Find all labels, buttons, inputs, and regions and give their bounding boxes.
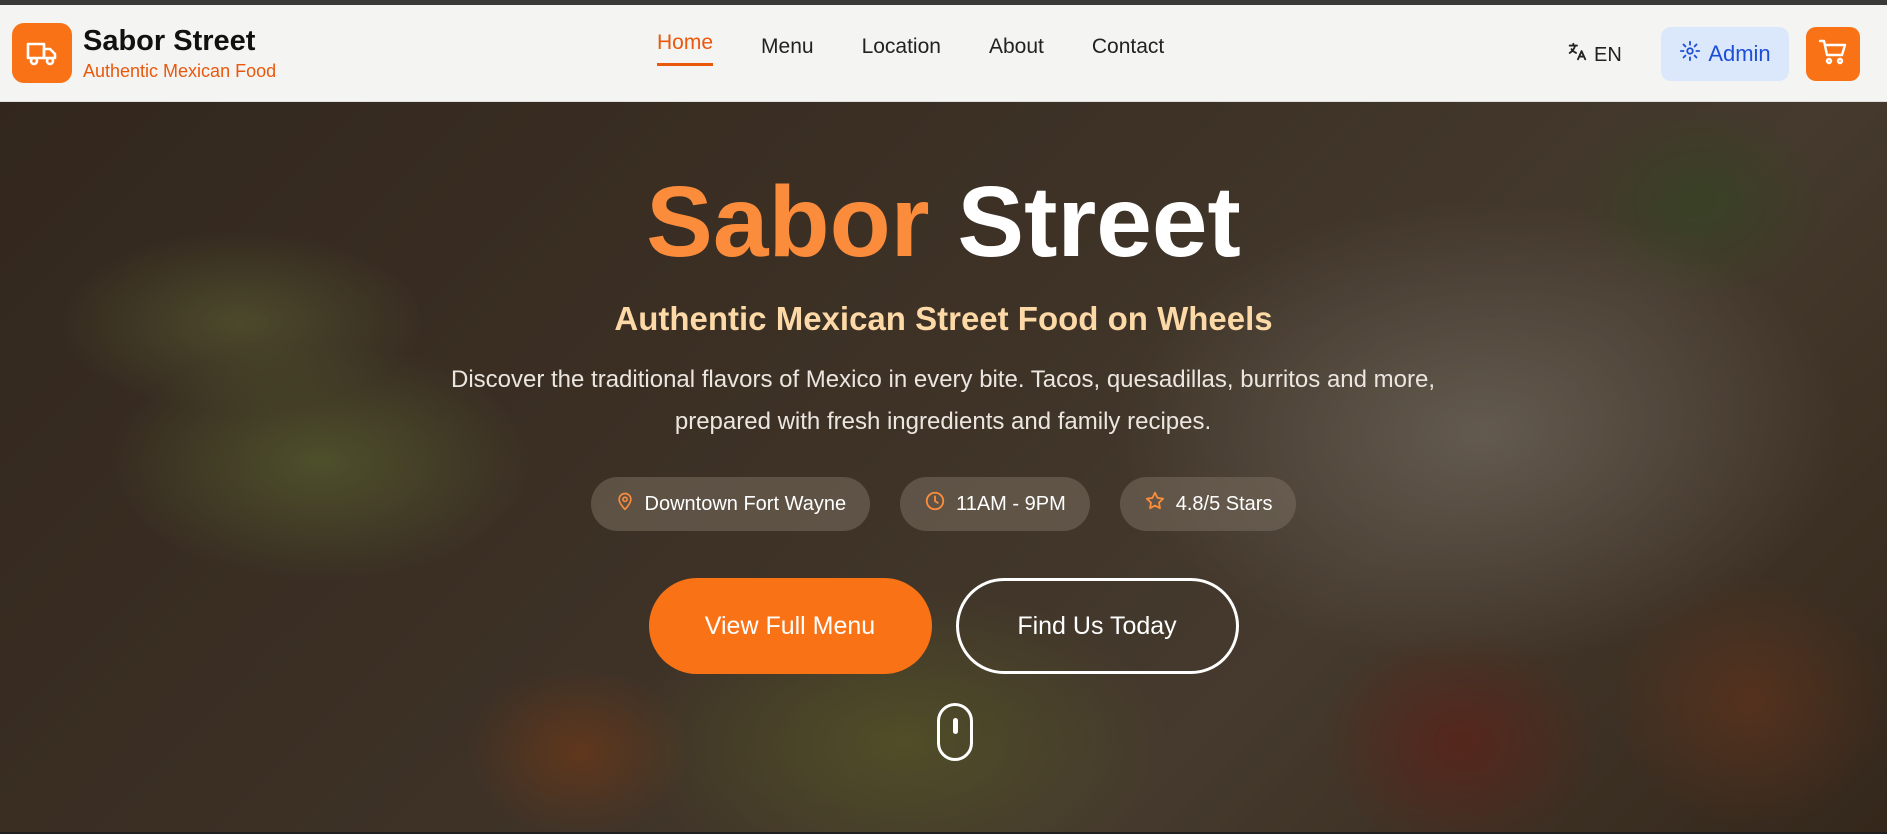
admin-button[interactable]: Admin <box>1661 27 1789 81</box>
map-pin-icon <box>615 490 645 518</box>
nav-item-menu[interactable]: Menu <box>761 35 814 67</box>
truck-icon <box>12 23 72 83</box>
nav-item-location[interactable]: Location <box>862 35 941 67</box>
nav-item-contact[interactable]: Contact <box>1092 35 1164 67</box>
language-switcher[interactable]: EN <box>1566 41 1622 69</box>
hero-subtitle: Authentic Mexican Street Food on Wheels <box>614 300 1273 337</box>
find-us-today-button[interactable]: Find Us Today <box>955 578 1239 674</box>
hero-section: Sabor Street Authentic Mexican Street Fo… <box>0 102 1887 832</box>
rating-chip-label: 4.8/5 Stars <box>1175 492 1273 515</box>
hero-title-part2: Street <box>957 166 1241 278</box>
location-chip: Downtown Fort Wayne <box>590 477 871 531</box>
nav-item-home[interactable]: Home <box>657 31 714 66</box>
brand-name: Sabor Street <box>83 24 256 57</box>
cart-button[interactable] <box>1806 27 1860 81</box>
brand[interactable]: Sabor Street Authentic Mexican Food <box>12 23 276 83</box>
nav-item-about[interactable]: About <box>989 35 1044 67</box>
clock-icon <box>924 490 956 518</box>
admin-label: Admin <box>1708 41 1771 66</box>
hero-title-part1: Sabor <box>646 166 930 278</box>
star-icon <box>1144 490 1176 518</box>
rating-chip: 4.8/5 Stars <box>1119 477 1297 531</box>
scroll-indicator-icon[interactable] <box>937 703 973 761</box>
gear-icon <box>1679 40 1708 68</box>
view-full-menu-button[interactable]: View Full Menu <box>648 578 932 674</box>
hero-buttons: View Full Menu Find Us Today <box>0 578 1887 674</box>
language-label: EN <box>1594 43 1622 66</box>
hours-chip: 11AM - 9PM <box>900 477 1090 531</box>
brand-tagline: Authentic Mexican Food <box>83 60 277 81</box>
hours-chip-label: 11AM - 9PM <box>956 492 1066 515</box>
main-nav: Home Menu Location About Contact <box>657 31 1212 67</box>
info-chips: Downtown Fort Wayne 11AM - 9PM 4.8/5 Sta… <box>0 477 1887 531</box>
hero-description: Discover the traditional flavors of Mexi… <box>450 366 1435 435</box>
location-chip-label: Downtown Fort Wayne <box>644 492 847 515</box>
hero-title: Sabor Street <box>0 167 1887 277</box>
scroll-indicator-dot <box>953 718 958 734</box>
translate-icon <box>1566 41 1594 69</box>
browser-window: Sabor Street Authentic Mexican Food Home… <box>0 0 1887 834</box>
cart-icon <box>1818 38 1848 71</box>
site-header: Sabor Street Authentic Mexican Food Home… <box>0 5 1887 102</box>
